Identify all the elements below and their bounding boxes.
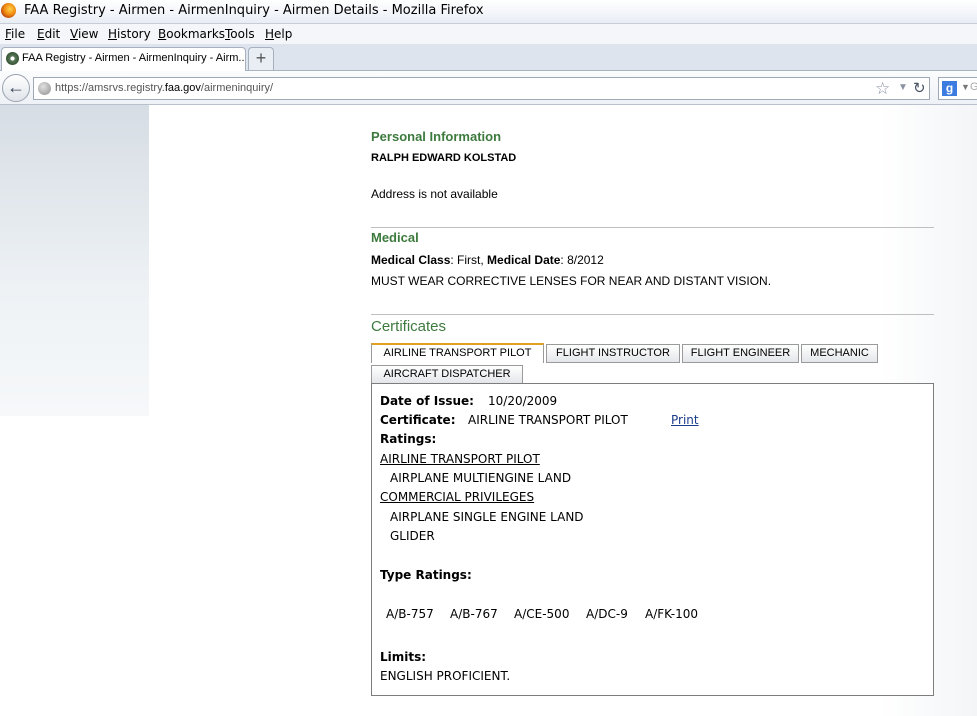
date-of-issue-label: Date of Issue: [380,394,474,408]
menu-help-rest: elp [274,27,293,41]
menu-bookmarks-accel: B [158,27,167,41]
rating-group-title: COMMERCIAL PRIVILEGES [380,490,535,504]
medical-heading: Medical [371,230,419,245]
rating-item: AIRPLANE MULTIENGINE LAND [390,471,572,485]
url-suffix: /airmeninquiry/ [200,82,274,94]
type-rating: A/DC-9 [586,607,628,621]
url-domain: faa.gov [164,82,201,94]
tab-flight-instructor[interactable]: FLIGHT INSTRUCTOR [546,344,680,363]
divider [371,227,934,228]
url-dropdown-icon[interactable]: ▼ [898,82,908,93]
type-rating: A/B-757 [386,607,434,621]
medical-restriction: MUST WEAR CORRECTIVE LENSES FOR NEAR AND… [371,274,772,288]
browser-tab-active[interactable]: FAA Registry - Airmen - AirmenInquiry - … [1,47,246,71]
back-arrow-icon: ← [7,77,25,97]
rating-group-title: AIRLINE TRANSPORT PILOT [380,452,540,466]
date-of-issue-value: 10/20/2009 [488,394,558,408]
search-engine-dropdown-icon[interactable]: ▼ [961,82,970,92]
limits-label: Limits: [380,650,427,664]
menu-view-rest: iew [77,27,99,41]
medical-info-line: Medical Class: First, Medical Date: 8/20… [371,253,604,267]
menu-history[interactable]: History [108,27,151,41]
tab-flight-engineer[interactable]: FLIGHT ENGINEER [682,344,799,363]
faa-seal-icon [6,52,19,65]
search-bar[interactable]: g ▼ G [938,77,977,100]
menu-file[interactable]: File [5,27,25,41]
reload-icon[interactable]: ↻ [913,79,926,97]
menu-edit-rest: dit [44,27,61,41]
type-rating: A/FK-100 [645,607,698,621]
menu-edit[interactable]: Edit [37,27,60,41]
type-rating: A/CE-500 [514,607,570,621]
menu-edit-accel: E [37,27,45,41]
certificate-value: AIRLINE TRANSPORT PILOT [468,413,628,427]
divider [371,314,934,315]
firefox-logo-icon [1,3,16,18]
tab-mechanic[interactable]: MECHANIC [801,344,878,363]
search-input[interactable]: G [970,81,977,93]
tab-airline-transport-pilot[interactable]: AIRLINE TRANSPORT PILOT [371,343,544,363]
address-status: Address is not available [371,187,498,201]
limits-value: ENGLISH PROFICIENT. [380,669,511,683]
menu-history-rest: istory [117,27,151,41]
tab-aircraft-dispatcher[interactable]: AIRCRAFT DISPATCHER [371,365,523,384]
menu-view-accel: V [70,27,78,41]
print-link[interactable]: Print [671,413,699,427]
certificates-heading: Certificates [371,318,447,335]
back-button[interactable]: ← [2,74,30,102]
url-text[interactable]: https://amsrvs.registry.faa.gov/airmenin… [55,82,273,94]
left-sidebar-panel [0,105,149,416]
browser-tab-title: FAA Registry - Airmen - AirmenInquiry - … [22,52,244,64]
menu-tools-rest: ools [230,27,255,41]
menu-file-rest: ile [11,27,26,41]
medical-date-label: Medical Date [487,253,561,267]
type-rating: A/B-767 [450,607,498,621]
rating-item: AIRPLANE SINGLE ENGINE LAND [390,510,584,524]
ratings-label: Ratings: [380,432,437,446]
menu-help-accel: H [265,27,275,41]
medical-date-value: : 8/2012 [560,253,604,267]
navigation-toolbar: ← https://amsrvs.registry.faa.gov/airmen… [0,71,977,105]
menu-bookmarks[interactable]: Bookmarks [158,27,225,41]
window-titlebar: FAA Registry - Airmen - AirmenInquiry - … [0,0,977,24]
certificate-detail-panel: Date of Issue: 10/20/2009 Certificate: A… [371,383,934,696]
rating-item: GLIDER [390,529,435,543]
personal-info-heading: Personal Information [371,129,502,144]
window-title: FAA Registry - Airmen - AirmenInquiry - … [24,3,484,18]
menu-bookmarks-rest: ookmarks [166,27,226,41]
bookmark-star-icon[interactable]: ☆ [875,79,890,99]
new-tab-button[interactable]: + [248,47,274,70]
site-identity-icon[interactable] [38,82,51,95]
page-content: Personal Information RALPH EDWARD KOLSTA… [0,105,977,716]
menu-bar: File Edit View History Bookmarks Tools H… [0,24,977,44]
menu-history-accel: H [108,27,118,41]
menu-tools[interactable]: Tools [225,27,255,41]
certificate-label: Certificate: [380,413,456,427]
medical-class-label: Medical Class [371,253,451,267]
url-prefix: https://amsrvs.registry. [55,82,165,94]
menu-view[interactable]: View [70,27,98,41]
medical-class-value: : First, [450,253,488,267]
menu-help[interactable]: Help [265,27,292,41]
airman-name: RALPH EDWARD KOLSTAD [371,152,517,164]
tab-strip: FAA Registry - Airmen - AirmenInquiry - … [0,44,977,71]
url-bar[interactable]: https://amsrvs.registry.faa.gov/airmenin… [33,77,930,100]
type-ratings-label: Type Ratings: [380,568,472,582]
google-search-icon[interactable]: g [942,81,957,96]
